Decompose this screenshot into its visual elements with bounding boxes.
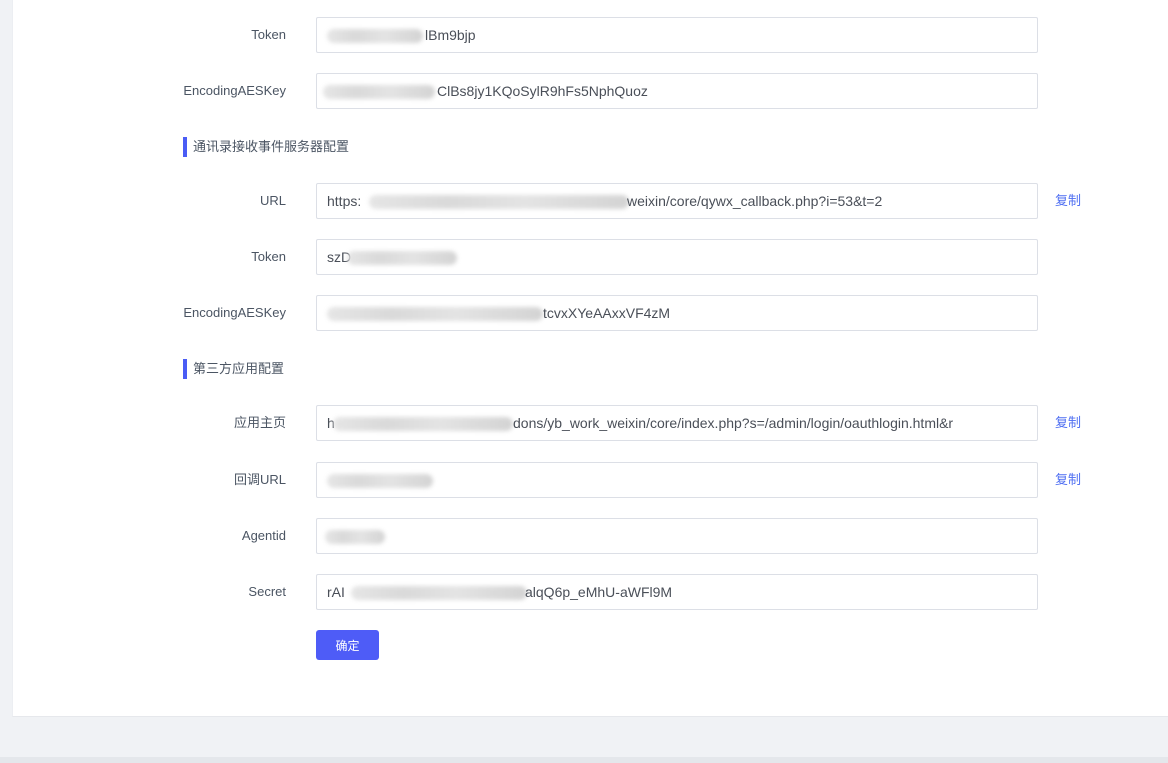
- token-input[interactable]: lBm9bjp: [316, 17, 1038, 53]
- redacted-mask: [323, 85, 435, 99]
- section-accent-bar: [183, 359, 187, 379]
- agentid-label: Agentid: [241, 528, 286, 543]
- aeskey-value: tcvxXYeAAxxVF4zM: [543, 305, 671, 321]
- callback-url-input[interactable]: [316, 462, 1038, 498]
- section-title: 第三方应用配置: [193, 361, 285, 376]
- aeskey-row-1: EncodingAESKey ClBs8jy1KQoSylR9hFs5NphQu…: [0, 73, 1168, 109]
- aeskey-value: ClBs8jy1KQoSylR9hFs5NphQuoz: [437, 83, 648, 99]
- agentid-row: Agentid: [0, 518, 1168, 554]
- url-value-suffix: weixin/core/qywx_callback.php?i=53&t=2: [627, 193, 883, 209]
- redacted-mask: [351, 586, 527, 600]
- redacted-mask: [369, 195, 629, 209]
- homepage-row: 应用主页 h dons/yb_work_weixin/core/index.ph…: [0, 405, 1168, 441]
- aeskey-row-2: EncodingAESKey tcvxXYeAAxxVF4zM: [0, 295, 1168, 331]
- url-input[interactable]: https: weixin/core/qywx_callback.php?i=5…: [316, 183, 1038, 219]
- aeskey-label: EncodingAESKey: [183, 305, 286, 320]
- token-label: Token: [251, 249, 286, 264]
- aeskey-input[interactable]: tcvxXYeAAxxVF4zM: [316, 295, 1038, 331]
- token-row-2: Token szD: [0, 239, 1168, 275]
- homepage-label: 应用主页: [233, 415, 286, 430]
- token-row-1: Token lBm9bjp: [0, 17, 1168, 53]
- url-value-prefix: https:: [327, 193, 362, 209]
- agentid-input[interactable]: [316, 518, 1038, 554]
- aeskey-label: EncodingAESKey: [183, 83, 286, 98]
- aeskey-input[interactable]: ClBs8jy1KQoSylR9hFs5NphQuoz: [316, 73, 1038, 109]
- section-accent-bar: [183, 137, 187, 157]
- callback-url-row: 回调URL 复制: [0, 462, 1168, 498]
- redacted-mask: [325, 530, 385, 544]
- copy-callback-url-button[interactable]: 复制: [1055, 462, 1081, 498]
- secret-row: Secret rAI alqQ6p_eMhU-aWFl9M: [0, 574, 1168, 610]
- token-label: Token: [251, 27, 286, 42]
- url-label: URL: [259, 193, 286, 208]
- redacted-mask: [347, 251, 457, 265]
- secret-input[interactable]: rAI alqQ6p_eMhU-aWFl9M: [316, 574, 1038, 610]
- url-row: URL https: weixin/core/qywx_callback.php…: [0, 183, 1168, 219]
- homepage-value-suffix: dons/yb_work_weixin/core/index.php?s=/ad…: [513, 415, 954, 431]
- redacted-mask: [327, 307, 543, 321]
- token-value: lBm9bjp: [425, 27, 476, 43]
- homepage-input[interactable]: h dons/yb_work_weixin/core/index.php?s=/…: [316, 405, 1038, 441]
- redacted-mask: [333, 417, 513, 431]
- copy-homepage-button[interactable]: 复制: [1055, 405, 1081, 441]
- secret-value-prefix: rAI: [327, 584, 345, 600]
- confirm-button[interactable]: 确定: [316, 630, 379, 660]
- secret-label: Secret: [248, 584, 286, 599]
- secret-value-suffix: alqQ6p_eMhU-aWFl9M: [525, 584, 673, 600]
- redacted-mask: [327, 29, 423, 43]
- redacted-mask: [327, 474, 433, 488]
- copy-url-button[interactable]: 复制: [1055, 183, 1081, 219]
- token-input[interactable]: szD: [316, 239, 1038, 275]
- section-title: 通讯录接收事件服务器配置: [193, 139, 350, 154]
- page-footer-bar: [0, 757, 1168, 763]
- callback-url-label: 回调URL: [233, 472, 286, 487]
